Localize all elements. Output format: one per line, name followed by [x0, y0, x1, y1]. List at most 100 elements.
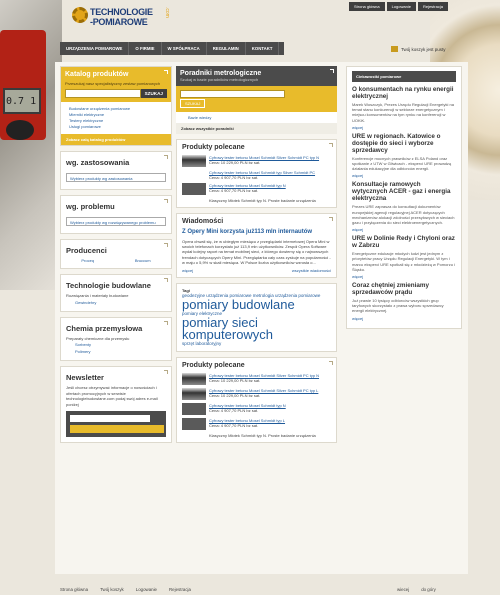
- nav-item-wspolpraca[interactable]: W SPÓŁPRACA: [162, 42, 207, 55]
- tag-link[interactable]: pomiary sieci komputerowych: [182, 316, 331, 341]
- nav-item-urzadzenia[interactable]: URZĄDZENIA POMIAROWE: [60, 42, 130, 55]
- producers-box: Producenci Proceq Bruccum: [60, 239, 172, 269]
- product-price: Cena: 4 907,70 PLN bz sat.: [209, 188, 259, 193]
- top-home-button[interactable]: Strona główna: [349, 2, 385, 11]
- chemistry-box: Chemia przemysłowa Preparaty chemiczne d…: [60, 316, 172, 361]
- top-register-button[interactable]: Rejestracja: [417, 2, 448, 11]
- guides-all-link[interactable]: Zobacz wszystkie poradniki: [176, 123, 337, 134]
- product-image: [182, 388, 206, 401]
- news-headline[interactable]: Z Opery Mini korzysta już113 mln interna…: [182, 229, 331, 235]
- tech-building-box: Technologie budowlane Rozwiązania i mate…: [60, 274, 172, 312]
- guides-search-button[interactable]: SZUKAJ: [180, 99, 206, 108]
- main-nav: URZĄDZENIA POMIAROWE O FIRMIE W SPÓŁPRAC…: [60, 42, 284, 55]
- guides-knowledge-link[interactable]: Bazie wiedzy: [176, 112, 337, 123]
- curiosity-body: Energetyczne edukacje młodych ludzi jest…: [352, 251, 455, 272]
- product-image: [182, 418, 206, 431]
- curiosity-more-link[interactable]: więcej: [352, 316, 456, 321]
- chemistry-link[interactable]: Polimery: [61, 348, 171, 355]
- chemistry-link[interactable]: Sorbenty: [61, 341, 171, 348]
- corner-arrow-icon: [164, 155, 168, 159]
- newsletter-email-input[interactable]: [70, 415, 150, 422]
- nav-item-regulamin[interactable]: REGULAMIN: [207, 42, 246, 55]
- news-body: Opera chwali się, że w ubiegłym miesiącu…: [182, 239, 331, 265]
- product-item[interactable]: Cyfrowy tester betonu Mosel Schmidt typ …: [182, 403, 331, 416]
- chemistry-title: Chemia przemysłowa: [66, 323, 143, 333]
- footer-more-link[interactable]: wiecej: [397, 587, 409, 592]
- top-account-buttons: Strona główna Logowanie Rejestracja: [349, 2, 448, 11]
- catalog-search-input[interactable]: [65, 89, 141, 98]
- news-more-link[interactable]: więcej: [182, 268, 193, 273]
- curiosity-more-link[interactable]: więcej: [352, 274, 456, 279]
- corner-arrow-icon: [164, 70, 168, 74]
- guides-title: Poradniki metrologiczne: [180, 70, 262, 77]
- corner-arrow-icon: [164, 370, 168, 374]
- product-item[interactable]: Cyfrowy tester betonu Mosel Schmidt typ …: [182, 170, 331, 180]
- curiosity-more-link[interactable]: więcej: [352, 227, 456, 232]
- by-application-box: wg. zastosowania Wybierz produkty wg zas…: [60, 151, 172, 190]
- recommended-products-box: Produkty polecane Cyfrowy tester betonu …: [176, 139, 337, 208]
- cart-status[interactable]: Twój koszyk jest pusty: [391, 46, 446, 52]
- corner-arrow-icon: [164, 199, 168, 203]
- catalog-desc: Przeszukaj nasz specjalistyczny zestaw p…: [65, 81, 161, 86]
- product-item[interactable]: Cyfrowy tester betonu Mosel Schmidt typ …: [182, 418, 331, 431]
- catalog-links: Budowlane urządzenia pomiarowe Mierniki …: [61, 102, 171, 134]
- tech-building-link[interactable]: Gewindehry: [61, 299, 171, 306]
- curiosity-title[interactable]: URE w regionach. Katowice o dostępie do …: [352, 133, 456, 154]
- product-item[interactable]: Cyfrowy tester betonu Mosel Schmidt typ …: [182, 183, 331, 195]
- product-image: [182, 403, 206, 416]
- logo-line2: -POMIAROWE: [90, 17, 148, 27]
- curiosity-title[interactable]: O konsumentach na rynku energii elektryc…: [352, 86, 456, 100]
- left-sidebar: Katalog produktów Przeszukaj nasz specja…: [60, 66, 172, 448]
- product-item[interactable]: Cyfrowy tester betonu Mosel Schmidt Silv…: [182, 155, 331, 167]
- footer-link[interactable]: Twój koszyk: [100, 587, 124, 592]
- news-box: Wiadomości Z Opery Mini korzysta już113 …: [176, 213, 337, 279]
- guides-search-input[interactable]: [180, 90, 285, 98]
- tags-box: Tagi geodezyjne urządzenia pomiarowe met…: [176, 283, 337, 353]
- catalog-search-button[interactable]: SZUKAJ: [140, 89, 167, 98]
- back-to-top-link[interactable]: do góry: [421, 587, 436, 592]
- by-application-select[interactable]: Wybierz produkty wg zastosowania: [66, 173, 166, 182]
- catalog-link[interactable]: Usługi pomiarowe: [69, 124, 163, 130]
- curiosity-more-link[interactable]: więcej: [352, 173, 456, 178]
- site-logo[interactable]: TECHNOLOGIE -POMIAROWE .com: [72, 4, 172, 34]
- footer-nav: Strona główna Twój koszyk Logowanie Reje…: [60, 587, 191, 592]
- newsletter-submit-button[interactable]: [70, 425, 164, 433]
- footer-link[interactable]: Logowanie: [136, 587, 157, 592]
- product-item[interactable]: Cyfrowy tester betonu Mosel Schmidt Silv…: [182, 388, 331, 401]
- product-extra: Klasyczny Młotek Schmidt typ N. Proste b…: [209, 198, 316, 203]
- curiosity-title[interactable]: URE w Dolinie Redy i Chyloni oraz w Zabr…: [352, 235, 456, 249]
- product-price: Cena: 4 907,70 PLN bz sat.: [209, 423, 259, 429]
- footer-link[interactable]: Strona główna: [60, 587, 88, 592]
- corner-arrow-icon: [330, 69, 334, 73]
- news-all-link[interactable]: wszystkie wiadomości: [292, 268, 331, 273]
- nav-item-kontakt[interactable]: KONTAKT: [246, 42, 280, 55]
- producer-link[interactable]: Proceq: [81, 258, 94, 263]
- catalog-all-link[interactable]: Zobacz całą katalog produktów: [61, 134, 171, 145]
- recommended-title: Produkty polecane: [182, 362, 245, 370]
- tag-link[interactable]: pomiary budowlane: [182, 298, 331, 311]
- curiosity-title[interactable]: Konsultacje ramowych wytycznych ACER - g…: [352, 181, 456, 202]
- curiosity-more-link[interactable]: więcej: [352, 125, 456, 130]
- curiosity-title[interactable]: Coraz chętniej zmieniamy sprzedawców prą…: [352, 282, 456, 296]
- corner-arrow-icon: [164, 320, 168, 325]
- gear-icon: [72, 7, 88, 23]
- corner-arrow-icon: [329, 217, 333, 221]
- producer-link[interactable]: Bruccum: [135, 258, 151, 263]
- multimeter-image: 0.7 1: [0, 30, 46, 140]
- right-sidebar: Ciekawostki pomiarowe O konsumentach na …: [346, 66, 462, 329]
- nav-item-o-firmie[interactable]: O FIRMIE: [129, 42, 162, 55]
- logo-tld: .com: [164, 7, 170, 18]
- by-problem-select[interactable]: Wybierz produkty wg rozwiązywanego probl…: [66, 217, 166, 226]
- by-problem-box: wg. problemu Wybierz produkty wg rozwiąz…: [60, 195, 172, 234]
- product-price: Cena: 10 229,00 PLN bz sat.: [209, 393, 261, 399]
- product-image: [182, 373, 206, 386]
- curiosities-header: Ciekawostki pomiarowe: [352, 71, 456, 82]
- curiosity-body: Marek Woszczyk, Prezes Urzędu Regulacji …: [352, 102, 454, 123]
- top-login-button[interactable]: Logowanie: [386, 2, 416, 11]
- center-column: Poradniki metrologiczne Szukaj w bazie p…: [176, 66, 337, 448]
- product-item[interactable]: Cyfrowy tester betonu Mosel Schmidt Silv…: [182, 373, 331, 386]
- producers-title: Producenci: [66, 246, 107, 255]
- curiosity-body: Już prawie 10 tysięcy odbiorców wszystki…: [352, 298, 444, 314]
- footer-link[interactable]: Rejestracja: [169, 587, 191, 592]
- recommended-products-box-2: Produkty polecane Cyfrowy tester betonu …: [176, 357, 337, 444]
